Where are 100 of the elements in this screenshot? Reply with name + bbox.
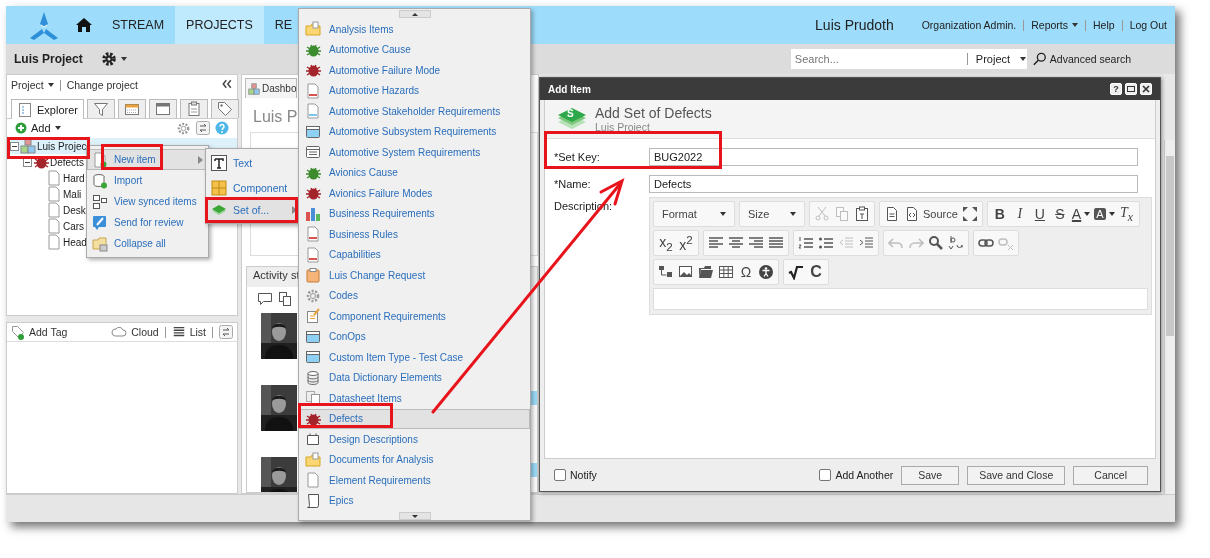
bug-icon [305, 62, 321, 79]
blocks-icon [20, 138, 36, 154]
change-project-link[interactable]: Change project [66, 79, 138, 91]
menu-item[interactable]: Defects [299, 408, 530, 429]
help-button[interactable]: ? [1110, 83, 1122, 95]
input-field[interactable]: BUG2022 [649, 148, 1138, 166]
add-button[interactable]: Add [15, 122, 61, 134]
advanced-search-link[interactable]: Advanced search [1032, 52, 1131, 66]
menu-item[interactable]: Capabilities [299, 244, 530, 265]
menu-item[interactable]: Datasheet Items [299, 388, 530, 409]
scroll-up-button[interactable] [398, 10, 431, 18]
field-label: *Name: [554, 178, 592, 190]
dashboard-tab[interactable]: Dashbo [245, 78, 298, 98]
menu-item[interactable]: ConOps [299, 326, 530, 347]
toolbar-button[interactable]: B [989, 204, 1010, 224]
code-page-icon [904, 206, 920, 222]
tree-item[interactable]: Desk [63, 204, 86, 216]
tree-item[interactable]: Head [63, 236, 87, 248]
bug-icon [305, 185, 321, 202]
home-icon [76, 17, 92, 33]
dashboard-title: Luis P [253, 108, 298, 126]
toolbar-button[interactable]: Source [902, 204, 960, 224]
maximize-button[interactable] [1125, 83, 1137, 95]
settings-menu-button[interactable] [100, 51, 127, 67]
filter-tab[interactable] [86, 99, 115, 118]
redo-icon [908, 235, 924, 251]
toolbar-button[interactable]: A [1092, 204, 1117, 224]
menu-item[interactable]: Component Requirements [299, 306, 530, 327]
cloud-link[interactable]: Cloud [111, 324, 159, 340]
menu-item[interactable]: Automotive Hazards [299, 80, 530, 101]
toolbar-button[interactable]: x$^{2}$ [676, 233, 696, 253]
toolbar-button[interactable]: T$_{x}$ [1116, 204, 1137, 224]
menu-item[interactable]: Data Dictionary Elements [299, 367, 530, 388]
scrollbar[interactable] [1164, 140, 1175, 494]
tree-item[interactable]: Luis Projec [37, 140, 87, 152]
menu-item[interactable]: Automotive Failure Mode [299, 60, 530, 81]
menu-item[interactable]: View synced items [87, 191, 208, 212]
add-tag-link[interactable]: Add Tag [11, 324, 68, 340]
toolbar-button[interactable] [756, 262, 776, 282]
menu-item[interactable]: Epics [299, 490, 530, 511]
menu-item[interactable]: Avionics Cause [299, 162, 530, 183]
nav-tab[interactable]: PROJECTS [175, 6, 264, 44]
tag-tab[interactable] [210, 99, 239, 118]
window-tab[interactable] [148, 99, 177, 118]
page-icon [305, 246, 321, 263]
align-left-icon [708, 235, 724, 251]
toolbar-button[interactable]: C [806, 262, 826, 282]
menu-item[interactable]: Design Descriptions [299, 429, 530, 450]
tree-item[interactable]: Mali [63, 188, 82, 200]
tag-icon [216, 101, 233, 117]
page-icon [884, 206, 900, 222]
toolbar-button[interactable]: U [1029, 204, 1050, 224]
dialog-button[interactable]: Save [901, 465, 960, 485]
dialog-button[interactable]: Save and Close [967, 465, 1066, 485]
scroll-down-button[interactable] [398, 512, 431, 520]
menu-item[interactable]: Business Rules [299, 224, 530, 245]
toolbar-button[interactable]: Ω [736, 262, 756, 282]
nav-link[interactable]: Help [1093, 19, 1115, 31]
scope-dropdown[interactable]: Project [966, 53, 1027, 65]
menu-item[interactable]: Documents for Analysis [299, 449, 530, 470]
calendar-tab[interactable] [117, 99, 146, 118]
dropdown[interactable]: Size [742, 204, 802, 224]
toolbar-button[interactable]: S [1049, 204, 1070, 224]
page-icon [46, 202, 62, 218]
menu-item[interactable]: Element Requirements [299, 470, 530, 491]
menu-item[interactable]: Codes [299, 285, 530, 306]
nav-link[interactable]: Organization Admin. [921, 19, 1017, 31]
toolbar-button[interactable]: I [1009, 204, 1030, 224]
menu-item[interactable]: Automotive System Requirements [299, 142, 530, 163]
window-icon [305, 123, 321, 140]
menu-item[interactable]: Custom Item Type - Test Case [299, 347, 530, 368]
tree-item[interactable]: Cars [63, 220, 85, 232]
menu-item[interactable]: Luis Change Request [299, 265, 530, 286]
checkbox[interactable] [819, 469, 832, 481]
toolbar-button[interactable]: A [1069, 204, 1093, 224]
nav-link[interactable]: Log Out [1129, 19, 1167, 31]
dropdown[interactable]: Format [656, 204, 732, 224]
checkbox[interactable] [554, 469, 566, 481]
menu-item[interactable]: Collapse all [87, 233, 208, 254]
dialog-button[interactable]: Cancel [1073, 465, 1148, 485]
nav-tab[interactable]: STREAM [101, 6, 176, 44]
search-field[interactable]: Search... Project [790, 49, 1027, 69]
toolbar-button[interactable]: x$_{2}$ [656, 233, 676, 253]
project-menu[interactable]: Project [11, 79, 54, 91]
input-field[interactable]: Defects [649, 175, 1138, 193]
list-link[interactable]: List [171, 325, 206, 339]
tree-item[interactable]: Hard [63, 172, 85, 184]
indent-icon [858, 235, 874, 251]
clipboard-tab[interactable] [179, 99, 208, 118]
window-icon [154, 101, 171, 117]
menu-item[interactable]: Avionics Failure Modes [299, 183, 530, 204]
close-button[interactable] [1140, 83, 1152, 95]
scroll-icon [305, 492, 321, 509]
explorer-tab[interactable]: Explorer [11, 99, 84, 119]
menu-item[interactable]: Automotive Stakeholder Requirements [299, 101, 530, 122]
menu-item[interactable]: Send for review [87, 212, 208, 233]
nav-link[interactable]: Reports [1031, 19, 1078, 31]
menu-item[interactable]: Component [206, 177, 302, 199]
menu-item[interactable]: Business Requirements [299, 203, 530, 224]
menu-item[interactable]: Automotive Subsystem Requirements [299, 121, 530, 142]
